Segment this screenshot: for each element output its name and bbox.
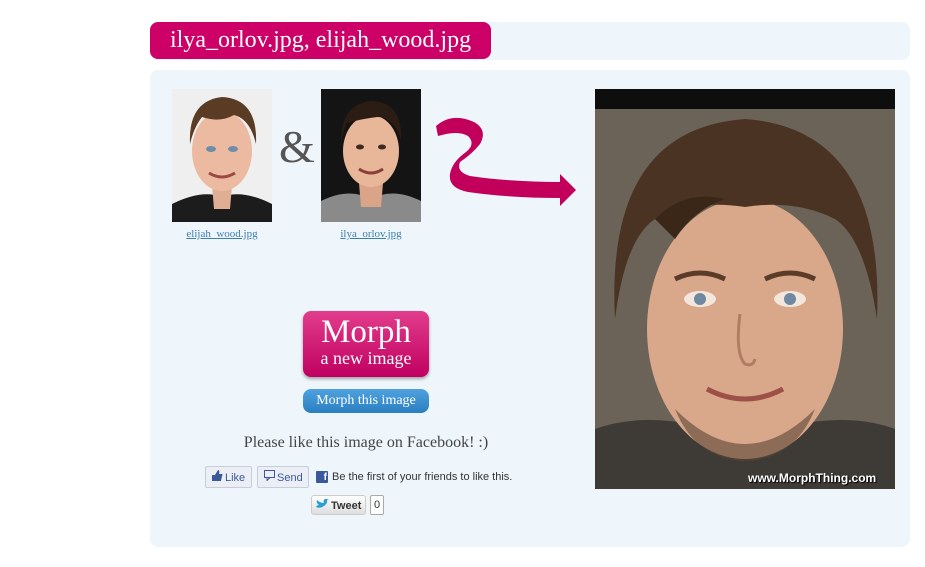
page-title: ilya_orlov.jpg, elijah_wood.jpg — [150, 22, 492, 59]
ampersand: & — [279, 121, 315, 172]
thumbs-up-icon — [212, 467, 223, 489]
morph-new-image-button[interactable]: Morph a new image — [303, 311, 429, 377]
morph-button-subtitle: a new image — [320, 348, 412, 368]
morph-result-image[interactable] — [595, 89, 895, 489]
source-image-2-link[interactable]: ilya_orlov.jpg — [301, 228, 441, 240]
speech-bubble-icon — [264, 467, 275, 489]
source-image-2[interactable] — [321, 89, 421, 222]
tweet-count: 0 — [370, 495, 384, 515]
morph-button-title: Morph — [321, 314, 411, 350]
like-prompt: Please like this image on Facebook! :) — [243, 434, 489, 451]
facebook-icon: f — [316, 471, 328, 483]
curved-arrow-icon — [430, 112, 580, 217]
twitter-bird-icon — [316, 496, 329, 516]
like-label: Like — [225, 472, 246, 484]
facebook-send-button[interactable]: Send — [257, 466, 309, 488]
morph-this-image-button[interactable]: Morph this image — [303, 389, 429, 413]
tweet-label: Tweet — [331, 500, 362, 512]
facebook-like-button[interactable]: Like — [205, 466, 252, 488]
tweet-button[interactable]: Tweet — [311, 495, 366, 515]
morphthing-watermark: www.MorphThing.com — [748, 471, 877, 485]
send-label: Send — [277, 472, 303, 484]
source-image-1-link[interactable]: elijah_wood.jpg — [152, 228, 292, 240]
facebook-friends-text: Be the first of your friends to like thi… — [332, 471, 513, 483]
source-image-1[interactable] — [172, 89, 272, 222]
